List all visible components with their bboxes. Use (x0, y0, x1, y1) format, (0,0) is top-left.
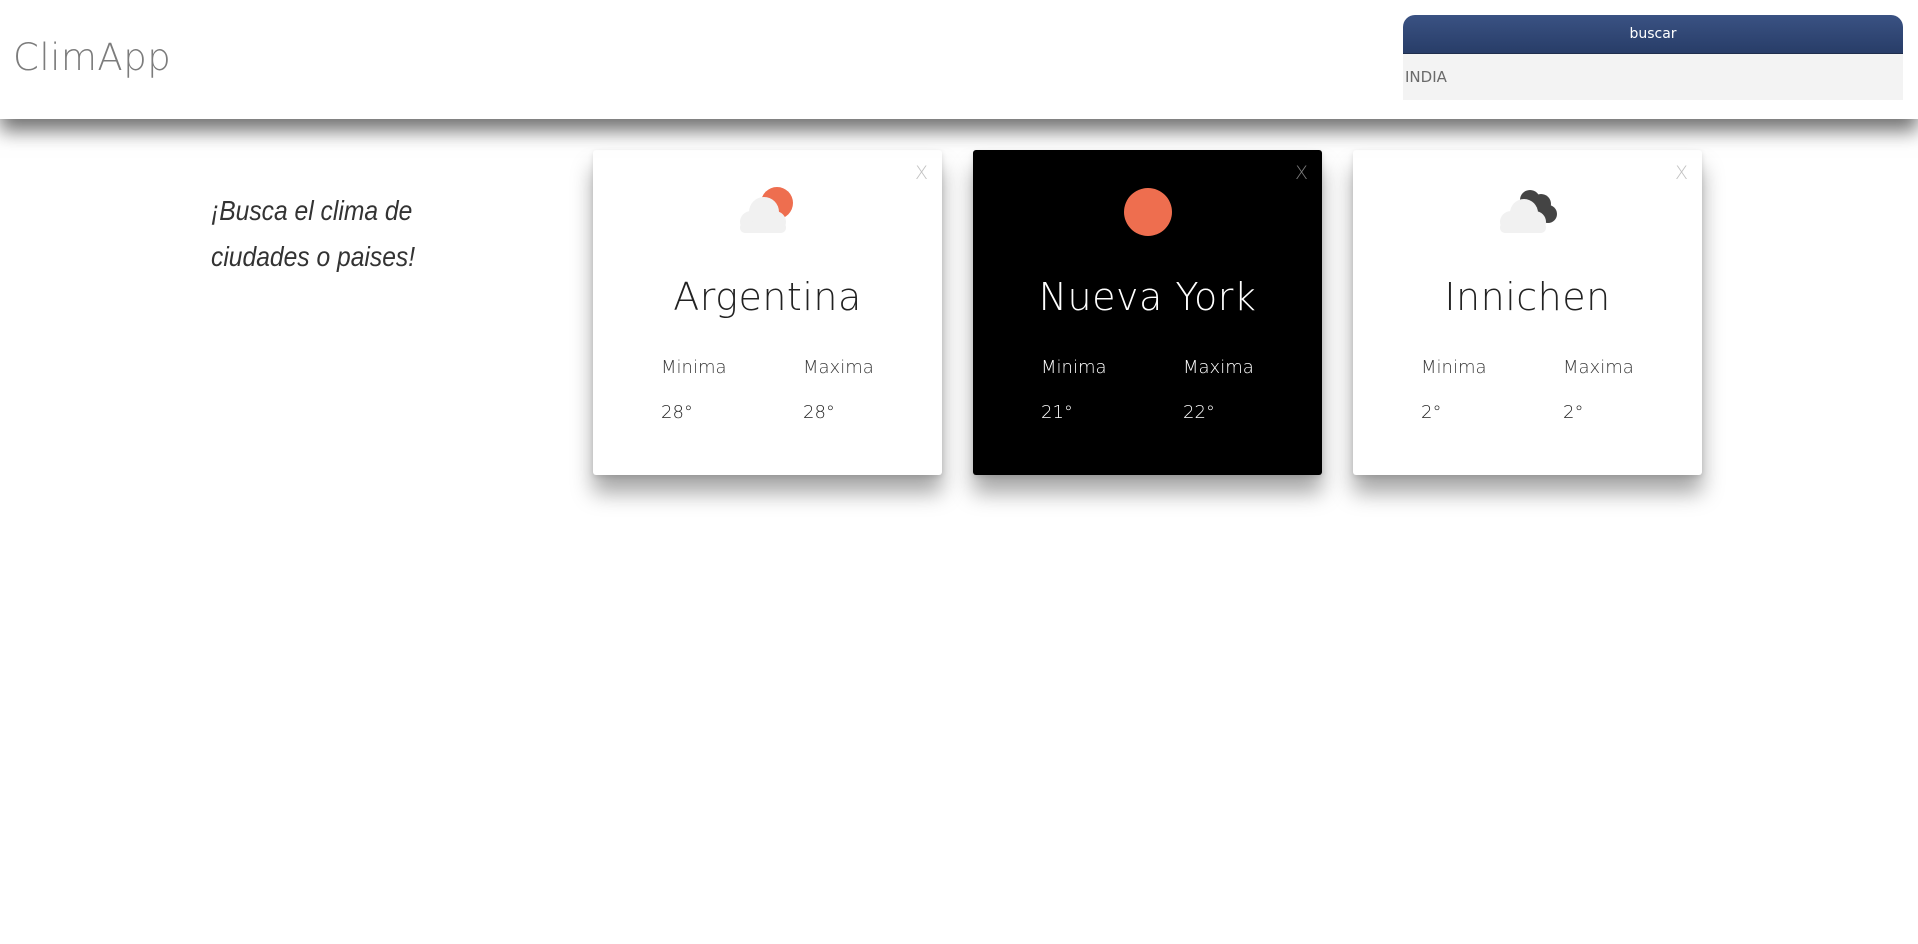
max-temp-value: 22° (1183, 402, 1215, 423)
search-form: buscar (1403, 15, 1903, 100)
min-temp-label: Minima (661, 357, 727, 378)
min-temp-value: 21° (1041, 402, 1073, 423)
cloudy-icon (1499, 190, 1557, 233)
min-temp-value: 28° (661, 402, 693, 423)
search-button[interactable]: buscar (1403, 15, 1903, 53)
tagline: ¡Busca el clima de ciudades o paises! (211, 195, 416, 272)
max-temp-label: Maxima (803, 357, 874, 378)
city-name: Argentina (673, 275, 862, 319)
close-card-button[interactable]: X (1295, 164, 1308, 183)
max-temp-label: Maxima (1563, 357, 1634, 378)
max-temp-label: Maxima (1183, 357, 1254, 378)
app-logo: ClimApp (13, 36, 172, 79)
city-name: Innichen (1444, 275, 1611, 319)
sun-behind-cloud-icon (739, 187, 793, 233)
weather-card-nueva-york: X Nueva York Minima Maxima 21° 22° (973, 150, 1322, 475)
weather-card-argentina: X Argentina Minima Maxima 28° 28° (593, 150, 942, 475)
min-temp-value: 2° (1421, 402, 1442, 423)
sun-icon (1123, 188, 1172, 236)
app-header: ClimApp buscar (0, 0, 1918, 119)
search-input[interactable] (1403, 53, 1903, 100)
close-card-button[interactable]: X (915, 164, 928, 183)
city-name: Nueva York (1038, 275, 1257, 319)
max-temp-value: 2° (1563, 402, 1584, 423)
weather-card-innichen: X Innichen Minima Maxima 2° 2° (1353, 150, 1702, 475)
min-temp-label: Minima (1421, 357, 1487, 378)
min-temp-label: Minima (1041, 357, 1107, 378)
max-temp-value: 28° (803, 402, 835, 423)
close-card-button[interactable]: X (1675, 164, 1688, 183)
